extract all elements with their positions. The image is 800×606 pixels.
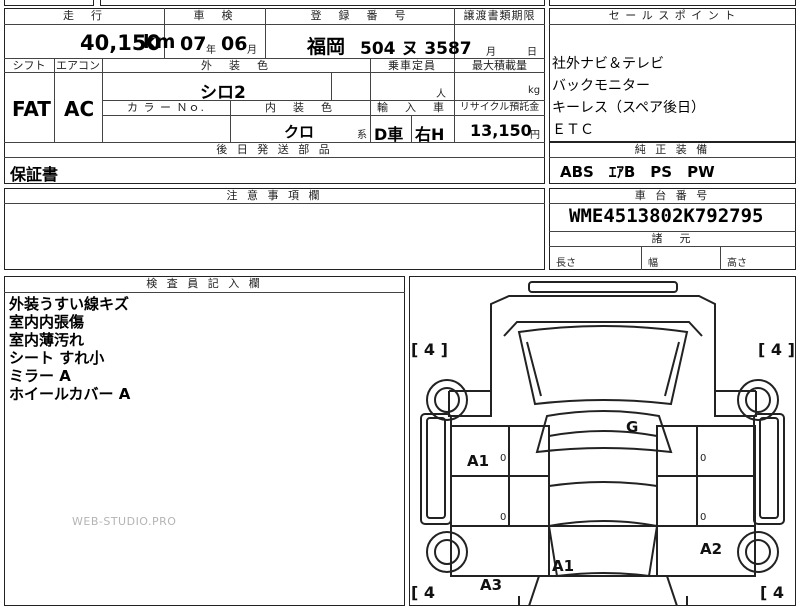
zero-mark-2: 0	[500, 512, 507, 523]
zero-mark-4: 0	[700, 512, 707, 523]
length-label: 長さ	[556, 258, 576, 269]
capacity-unit: 人	[436, 89, 446, 100]
inspector-note-3: 室内薄汚れ	[9, 331, 85, 349]
color-no-label: カ ラ ー Ｎｏ.	[127, 101, 205, 114]
damage-mark-a1-rear: A1	[552, 557, 575, 575]
shift-value: FAT	[12, 97, 51, 121]
later-parts-value: 保証書	[10, 165, 59, 184]
import-label: 輸 入 車	[377, 101, 447, 114]
recycle-unit: 円	[530, 130, 540, 141]
inspection-year: 07	[180, 33, 207, 55]
interior-color-value: クロ	[284, 123, 315, 141]
later-parts-label: 後 日 発 送 部 品	[216, 143, 333, 156]
caution-label: 注 意 事 項 欄	[226, 189, 323, 202]
aircon-value: AC	[64, 97, 95, 121]
tire-mark-front-left: [ 4 ]	[411, 340, 448, 359]
sales-point-label: セ ー ル ス ポ イ ン ト	[608, 9, 737, 22]
sales-line-4: ＥＴＣ	[552, 122, 594, 138]
car-diagram	[420, 281, 785, 606]
equipment-value: ABS ｴｱB PS PW	[560, 163, 715, 181]
registration-number: 504 ヌ 3587	[360, 39, 472, 59]
chassis-label: 車 台 番 号	[634, 189, 711, 202]
interior-color-label: 内 装 色	[265, 101, 335, 114]
tire-mark-front-right: [ 4 ]	[758, 340, 795, 359]
sales-line-1: 社外ナビ＆テレビ	[552, 56, 664, 72]
width-label: 幅	[648, 258, 658, 269]
mileage-unit: km	[143, 31, 176, 53]
inspector-note-6: ホイールカバー A	[9, 385, 131, 403]
dimensions-label: 諸 元	[651, 232, 694, 245]
tire-mark-rear-right: [ 4	[760, 583, 785, 602]
transfer-label: 譲渡書類期限	[463, 9, 536, 22]
shift-label: シフト	[12, 59, 46, 72]
height-label: 高さ	[727, 258, 747, 269]
zero-mark-1: 0	[500, 453, 507, 464]
watermark: WEB-STUDIO.PRO	[72, 515, 177, 528]
inspector-note-5: ミラー A	[9, 367, 71, 385]
inspector-note-1: 外装うすい線キズ	[9, 295, 130, 313]
top-strip-left	[4, 0, 94, 6]
chassis-number: WME4513802K792795	[569, 205, 764, 227]
top-strip-right	[549, 0, 796, 6]
tire-mark-rear-left: [ 4	[411, 583, 436, 602]
interior-color-unit: 系	[357, 130, 367, 141]
exterior-color-label: 外 装 色	[201, 59, 271, 72]
equipment-label: 純 正 装 備	[634, 143, 711, 156]
damage-mark-a3-left-rear: A3	[480, 576, 503, 594]
damage-mark-a2-right-rear: A2	[700, 540, 723, 558]
mileage-label: 走 行	[63, 9, 105, 22]
exterior-color-value: シロ2	[200, 83, 246, 103]
top-strip-mid	[100, 0, 545, 6]
transfer-month: 月	[486, 47, 496, 58]
damage-mark-a1-left-door: A1	[467, 452, 490, 470]
inspection-label: 車 検	[193, 9, 236, 22]
inspector-note-2: 室内内張傷	[9, 313, 85, 331]
sales-line-2: バックモニター	[552, 78, 650, 94]
transfer-day: 日	[527, 47, 537, 58]
recycle-label: リサイクル預託金	[459, 102, 540, 113]
max-load-label: 最大積載量	[472, 59, 527, 72]
inspector-label: 検 査 員 記 入 欄	[146, 277, 263, 290]
sales-line-3: キーレス（スペア後日）	[552, 100, 706, 116]
aircon-label: エアコン	[56, 59, 100, 72]
registration-label: 登 録 番 号	[310, 9, 409, 22]
inspection-month-unit: 月	[247, 45, 257, 56]
max-load-unit: kg	[528, 85, 541, 96]
inspection-year-unit: 年	[206, 45, 216, 56]
recycle-value: 13,150	[470, 121, 532, 140]
zero-mark-3: 0	[700, 453, 707, 464]
inspection-month: 06	[221, 33, 248, 55]
inspector-note-4: シート すれ小	[9, 349, 105, 367]
damage-mark-g-windshield: G	[626, 418, 639, 436]
capacity-label: 乗車定員	[388, 59, 436, 72]
registration-region: 福岡	[307, 36, 346, 58]
